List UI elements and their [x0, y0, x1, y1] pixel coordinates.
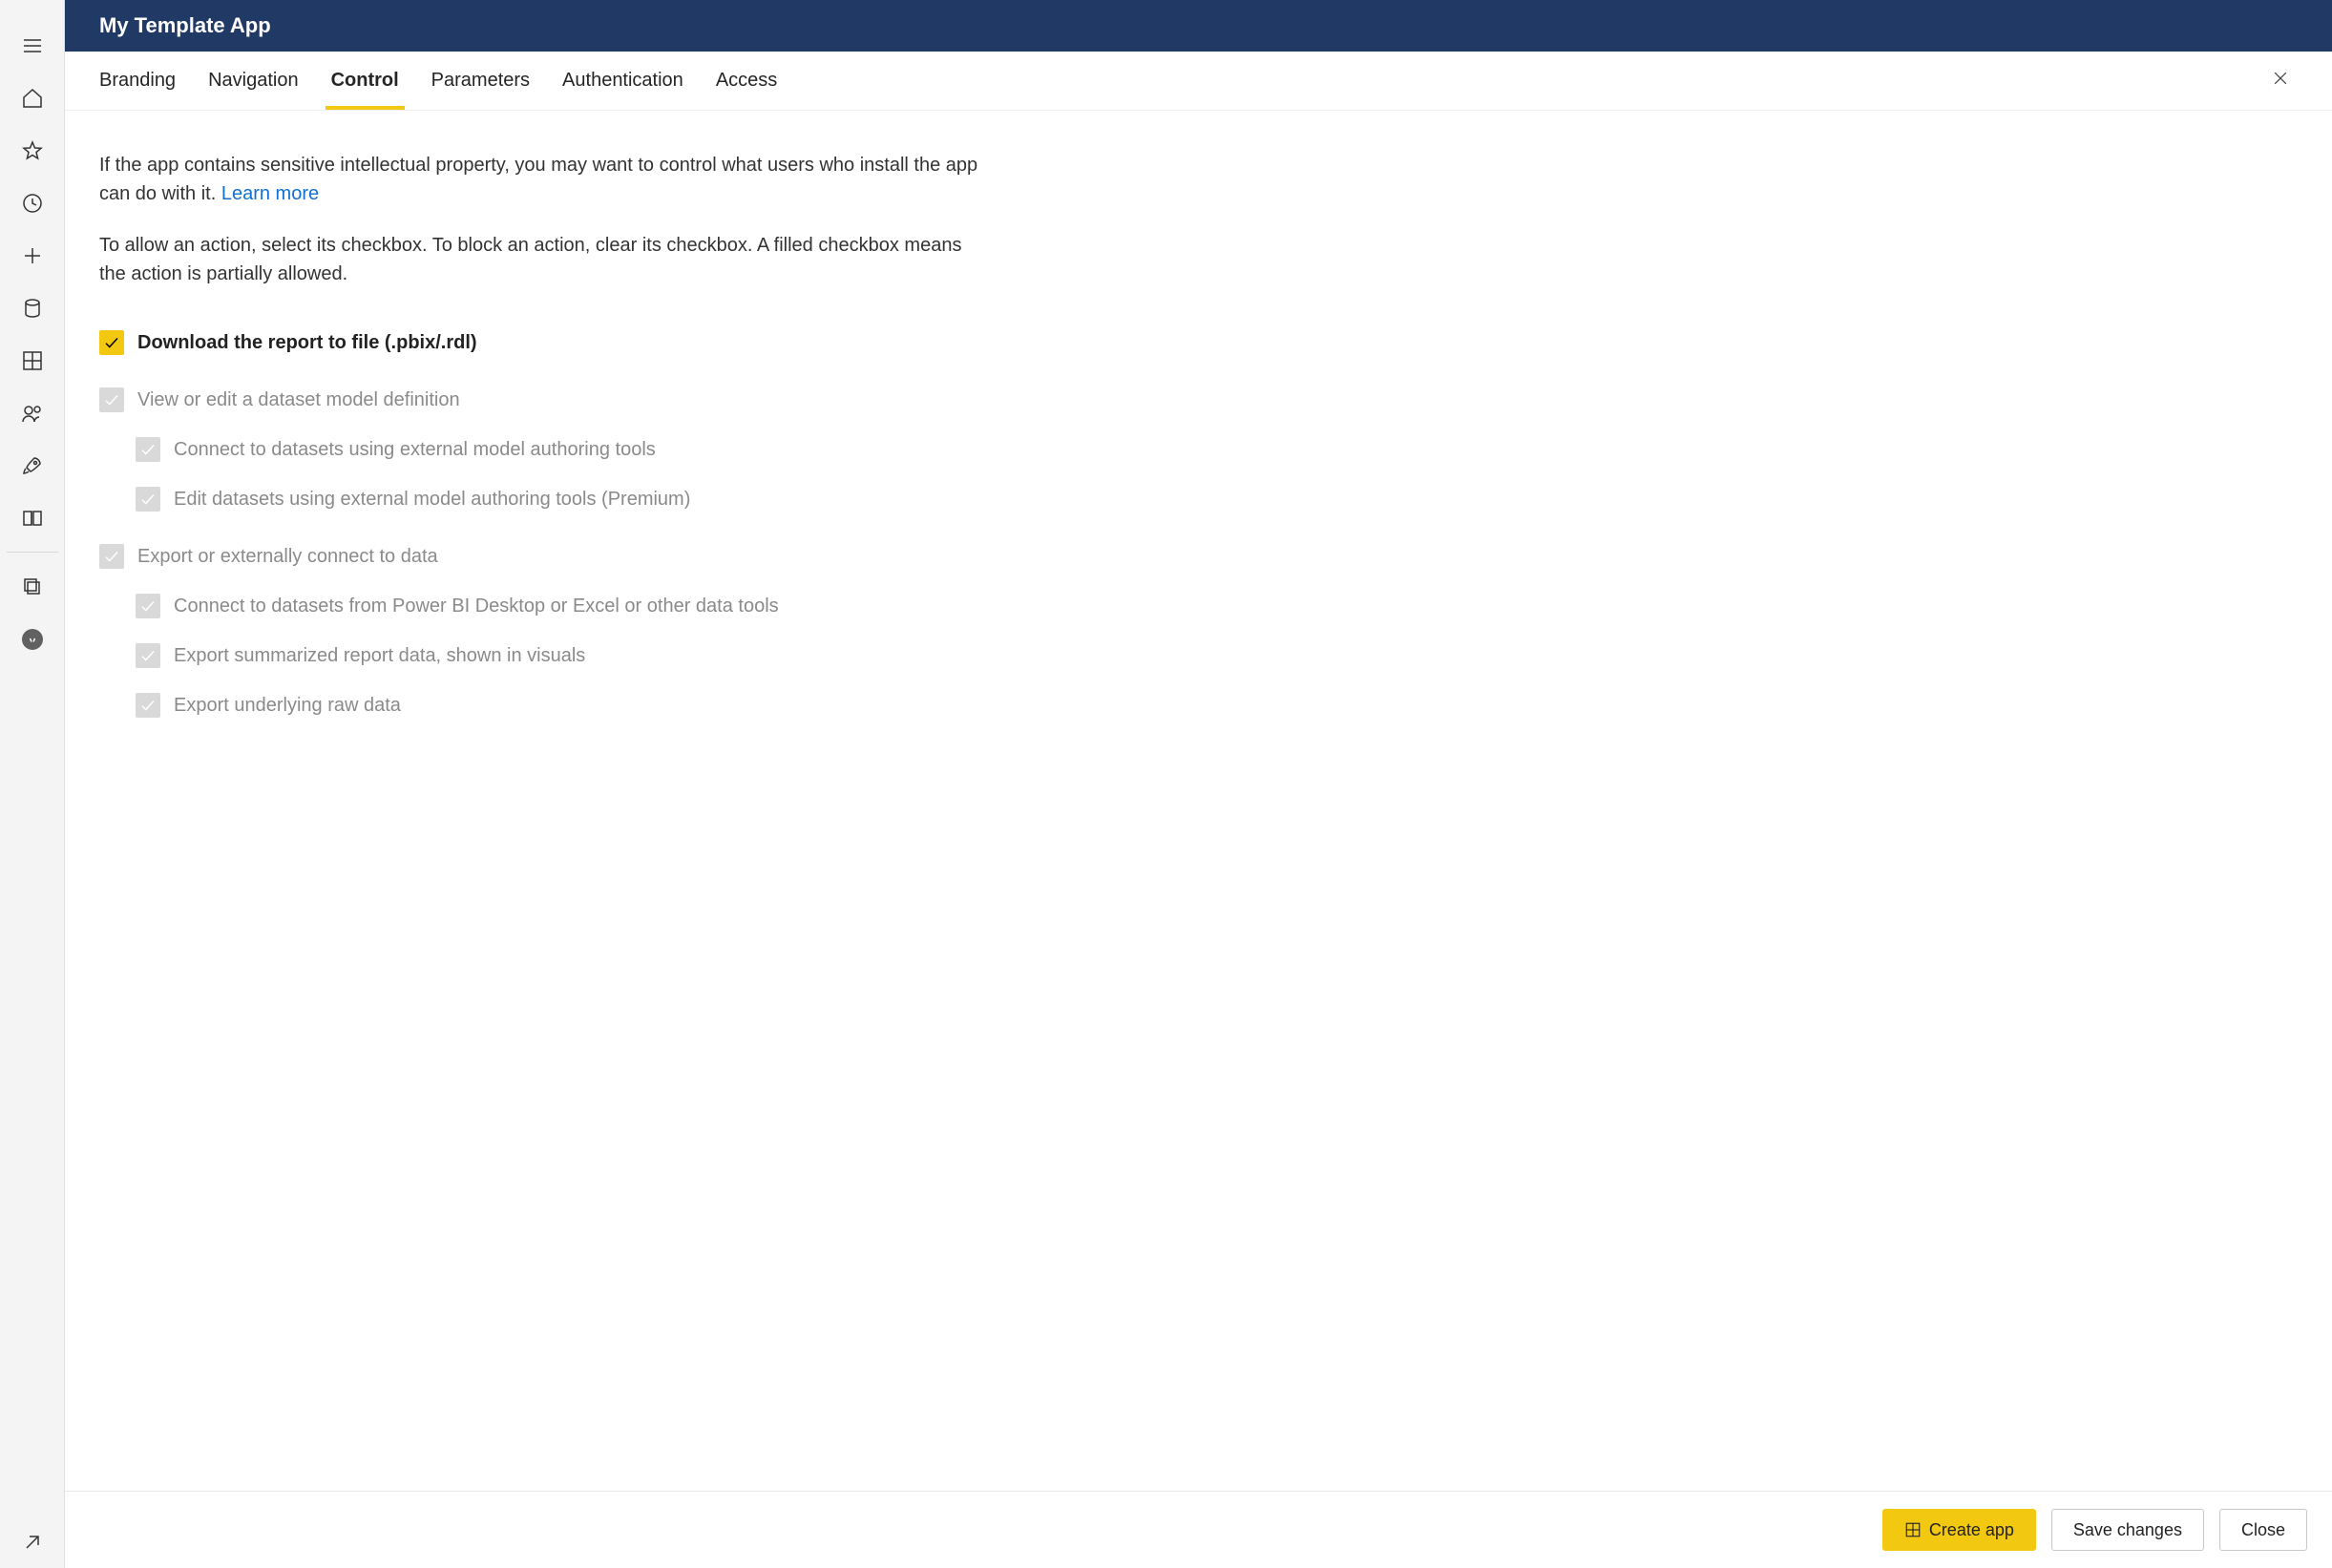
rail-divider: [7, 552, 58, 553]
save-changes-label: Save changes: [2073, 1520, 2182, 1540]
main-panel: My Template App Branding Navigation Cont…: [65, 0, 2332, 1568]
save-changes-button[interactable]: Save changes: [2051, 1509, 2204, 1551]
footer-bar: Create app Save changes Close: [65, 1491, 2332, 1568]
control-export-summarized: Export summarized report data, shown in …: [99, 643, 985, 668]
tab-authentication[interactable]: Authentication: [562, 52, 683, 109]
intro-text: If the app contains sensitive intellectu…: [99, 151, 985, 208]
control-label: Export summarized report data, shown in …: [174, 645, 585, 667]
checkbox-icon: [136, 594, 160, 618]
popout-icon[interactable]: [0, 1516, 65, 1568]
control-view-edit-dataset: View or edit a dataset model definition: [99, 387, 985, 412]
app-title: My Template App: [99, 13, 271, 38]
create-app-button[interactable]: Create app: [1882, 1509, 2036, 1551]
tab-branding[interactable]: Branding: [99, 52, 176, 109]
control-label: Download the report to file (.pbix/.rdl): [137, 332, 477, 354]
checkbox-icon: [136, 693, 160, 718]
rocket-icon[interactable]: [0, 439, 65, 491]
checkbox-icon: [136, 437, 160, 462]
left-nav-rail: [0, 0, 65, 1568]
control-label: Connect to datasets using external model…: [174, 439, 656, 461]
book-icon[interactable]: [0, 491, 65, 544]
menu-icon[interactable]: [0, 19, 65, 72]
checkbox-icon: [136, 643, 160, 668]
content-area: If the app contains sensitive intellectu…: [65, 111, 1019, 1491]
data-icon[interactable]: [0, 282, 65, 334]
titlebar: My Template App: [65, 0, 2332, 52]
tab-row: Branding Navigation Control Parameters A…: [65, 52, 2332, 111]
tab-navigation[interactable]: Navigation: [208, 52, 299, 109]
create-app-label: Create app: [1929, 1520, 2014, 1540]
star-icon[interactable]: [0, 124, 65, 177]
control-connect-desktop-excel: Connect to datasets from Power BI Deskto…: [99, 594, 985, 618]
control-export-raw: Export underlying raw data: [99, 693, 985, 718]
share-circle-icon[interactable]: [0, 613, 65, 665]
home-icon[interactable]: [0, 72, 65, 124]
checkbox-icon: [99, 387, 124, 412]
control-edit-authoring-premium: Edit datasets using external model autho…: [99, 487, 985, 512]
close-label: Close: [2241, 1520, 2285, 1540]
tab-control[interactable]: Control: [331, 52, 399, 109]
subintro-text: To allow an action, select its checkbox.…: [99, 231, 985, 288]
copy-icon[interactable]: [0, 560, 65, 613]
learn-more-link[interactable]: Learn more: [221, 183, 319, 204]
plus-icon[interactable]: [0, 229, 65, 282]
control-label: Export underlying raw data: [174, 695, 401, 717]
control-download-report[interactable]: Download the report to file (.pbix/.rdl): [99, 330, 985, 355]
checkbox-icon: [136, 487, 160, 512]
apps-icon: [1904, 1521, 1922, 1538]
recent-icon[interactable]: [0, 177, 65, 229]
control-label: View or edit a dataset model definition: [137, 389, 460, 411]
control-label: Connect to datasets from Power BI Deskto…: [174, 596, 779, 617]
control-connect-authoring: Connect to datasets using external model…: [99, 437, 985, 462]
checkbox-icon: [99, 544, 124, 569]
apps-icon[interactable]: [0, 334, 65, 387]
checkbox-icon[interactable]: [99, 330, 124, 355]
control-label: Edit datasets using external model autho…: [174, 489, 690, 511]
control-label: Export or externally connect to data: [137, 546, 438, 568]
tab-parameters[interactable]: Parameters: [431, 52, 530, 109]
close-icon[interactable]: [2263, 61, 2298, 100]
control-export-connect: Export or externally connect to data: [99, 544, 985, 569]
tab-access[interactable]: Access: [716, 52, 777, 109]
close-button[interactable]: Close: [2219, 1509, 2307, 1551]
people-icon[interactable]: [0, 387, 65, 439]
